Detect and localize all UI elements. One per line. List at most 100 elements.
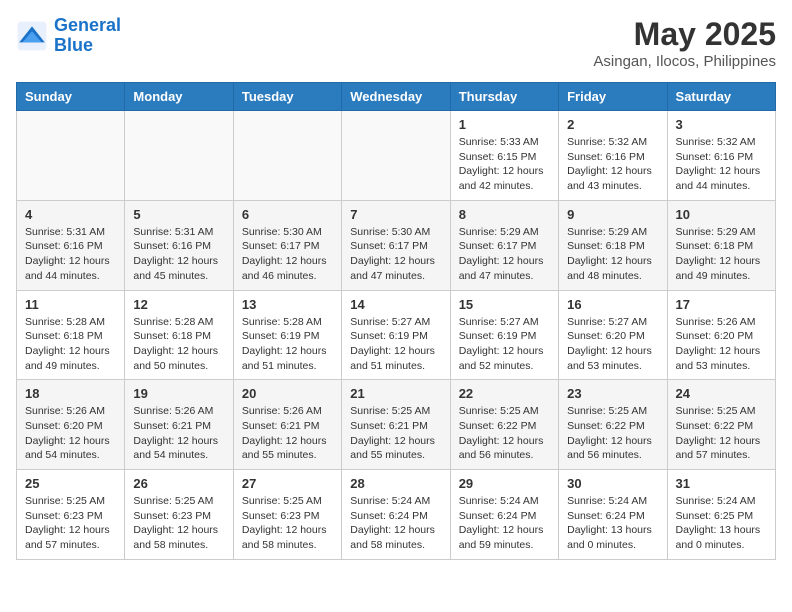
day-info: Sunrise: 5:28 AM Sunset: 6:18 PM Dayligh… — [25, 315, 116, 374]
weekday-header: Wednesday — [342, 83, 450, 111]
day-info: Sunrise: 5:32 AM Sunset: 6:16 PM Dayligh… — [567, 135, 658, 194]
day-number: 23 — [567, 386, 658, 401]
day-info: Sunrise: 5:27 AM Sunset: 6:20 PM Dayligh… — [567, 315, 658, 374]
day-number: 7 — [350, 207, 441, 222]
day-number: 22 — [459, 386, 550, 401]
weekday-header: Friday — [559, 83, 667, 111]
location: Asingan, Ilocos, Philippines — [593, 53, 776, 70]
calendar-day-cell: 25 Sunrise: 5:25 AM Sunset: 6:23 PM Dayli… — [17, 470, 125, 560]
day-number: 15 — [459, 297, 550, 312]
calendar-day-cell — [17, 111, 125, 201]
day-number: 6 — [242, 207, 333, 222]
calendar-day-cell: 18 Sunrise: 5:26 AM Sunset: 6:20 PM Dayli… — [17, 380, 125, 470]
day-number: 28 — [350, 476, 441, 491]
calendar-day-cell — [233, 111, 341, 201]
calendar-day-cell: 22 Sunrise: 5:25 AM Sunset: 6:22 PM Dayli… — [450, 380, 558, 470]
calendar-day-cell: 4Sunrise: 5:31 AM Sunset: 6:16 PM Daylig… — [17, 200, 125, 290]
logo-icon — [16, 20, 48, 52]
day-info: Sunrise: 5:25 AM Sunset: 6:23 PM Dayligh… — [133, 494, 224, 553]
day-number: 18 — [25, 386, 116, 401]
day-info: Sunrise: 5:24 AM Sunset: 6:24 PM Dayligh… — [459, 494, 550, 553]
calendar-day-cell: 12Sunrise: 5:28 AM Sunset: 6:18 PM Dayli… — [125, 290, 233, 380]
weekday-header-row: SundayMondayTuesdayWednesdayThursdayFrid… — [17, 83, 776, 111]
day-number: 8 — [459, 207, 550, 222]
day-number: 11 — [25, 297, 116, 312]
day-number: 17 — [676, 297, 767, 312]
month-title: May 2025 — [593, 16, 776, 53]
day-number: 12 — [133, 297, 224, 312]
calendar-day-cell: 31Sunrise: 5:24 AM Sunset: 6:25 PM Dayli… — [667, 470, 775, 560]
calendar-day-cell: 27Sunrise: 5:25 AM Sunset: 6:23 PM Dayli… — [233, 470, 341, 560]
calendar-day-cell: 6 Sunrise: 5:30 AM Sunset: 6:17 PM Daylig… — [233, 200, 341, 290]
day-number: 13 — [242, 297, 333, 312]
calendar-day-cell: 29 Sunrise: 5:24 AM Sunset: 6:24 PM Dayli… — [450, 470, 558, 560]
day-info: Sunrise: 5:32 AM Sunset: 6:16 PM Dayligh… — [676, 135, 767, 194]
calendar-day-cell: 5Sunrise: 5:31 AM Sunset: 6:16 PM Daylig… — [125, 200, 233, 290]
calendar-day-cell: 23 Sunrise: 5:25 AM Sunset: 6:22 PM Dayli… — [559, 380, 667, 470]
day-info: Sunrise: 5:31 AM Sunset: 6:16 PM Dayligh… — [25, 225, 116, 284]
day-info: Sunrise: 5:25 AM Sunset: 6:23 PM Dayligh… — [25, 494, 116, 553]
day-number: 20 — [242, 386, 333, 401]
day-info: Sunrise: 5:26 AM Sunset: 6:20 PM Dayligh… — [25, 404, 116, 463]
calendar-day-cell: 10 Sunrise: 5:29 AM Sunset: 6:18 PM Dayli… — [667, 200, 775, 290]
calendar-day-cell: 19Sunrise: 5:26 AM Sunset: 6:21 PM Dayli… — [125, 380, 233, 470]
day-info: Sunrise: 5:29 AM Sunset: 6:18 PM Dayligh… — [676, 225, 767, 284]
day-info: Sunrise: 5:33 AM Sunset: 6:15 PM Dayligh… — [459, 135, 550, 194]
calendar-week-row: 18 Sunrise: 5:26 AM Sunset: 6:20 PM Dayli… — [17, 380, 776, 470]
weekday-header: Thursday — [450, 83, 558, 111]
day-info: Sunrise: 5:26 AM Sunset: 6:21 PM Dayligh… — [242, 404, 333, 463]
day-number: 29 — [459, 476, 550, 491]
day-info: Sunrise: 5:25 AM Sunset: 6:22 PM Dayligh… — [567, 404, 658, 463]
day-info: Sunrise: 5:28 AM Sunset: 6:19 PM Dayligh… — [242, 315, 333, 374]
calendar-week-row: 25 Sunrise: 5:25 AM Sunset: 6:23 PM Dayli… — [17, 470, 776, 560]
day-number: 10 — [676, 207, 767, 222]
calendar-day-cell: 9 Sunrise: 5:29 AM Sunset: 6:18 PM Daylig… — [559, 200, 667, 290]
day-number: 24 — [676, 386, 767, 401]
logo: General Blue — [16, 16, 121, 56]
day-number: 27 — [242, 476, 333, 491]
day-number: 25 — [25, 476, 116, 491]
day-info: Sunrise: 5:25 AM Sunset: 6:22 PM Dayligh… — [676, 404, 767, 463]
calendar-week-row: 11 Sunrise: 5:28 AM Sunset: 6:18 PM Dayli… — [17, 290, 776, 380]
calendar-day-cell — [342, 111, 450, 201]
day-info: Sunrise: 5:29 AM Sunset: 6:18 PM Dayligh… — [567, 225, 658, 284]
day-info: Sunrise: 5:25 AM Sunset: 6:22 PM Dayligh… — [459, 404, 550, 463]
day-info: Sunrise: 5:27 AM Sunset: 6:19 PM Dayligh… — [350, 315, 441, 374]
calendar-day-cell — [125, 111, 233, 201]
weekday-header: Tuesday — [233, 83, 341, 111]
weekday-header: Monday — [125, 83, 233, 111]
day-number: 19 — [133, 386, 224, 401]
calendar-week-row: 4Sunrise: 5:31 AM Sunset: 6:16 PM Daylig… — [17, 200, 776, 290]
logo-blue: Blue — [54, 36, 121, 56]
day-info: Sunrise: 5:24 AM Sunset: 6:25 PM Dayligh… — [676, 494, 767, 553]
calendar-day-cell: 17 Sunrise: 5:26 AM Sunset: 6:20 PM Dayli… — [667, 290, 775, 380]
day-info: Sunrise: 5:24 AM Sunset: 6:24 PM Dayligh… — [350, 494, 441, 553]
calendar-day-cell: 13 Sunrise: 5:28 AM Sunset: 6:19 PM Dayli… — [233, 290, 341, 380]
page-header: General Blue May 2025 Asingan, Ilocos, P… — [16, 16, 776, 70]
calendar-day-cell: 8 Sunrise: 5:29 AM Sunset: 6:17 PM Daylig… — [450, 200, 558, 290]
day-info: Sunrise: 5:26 AM Sunset: 6:20 PM Dayligh… — [676, 315, 767, 374]
day-number: 16 — [567, 297, 658, 312]
day-number: 9 — [567, 207, 658, 222]
calendar-week-row: 1 Sunrise: 5:33 AM Sunset: 6:15 PM Daylig… — [17, 111, 776, 201]
title-block: May 2025 Asingan, Ilocos, Philippines — [593, 16, 776, 70]
day-number: 21 — [350, 386, 441, 401]
calendar-table: SundayMondayTuesdayWednesdayThursdayFrid… — [16, 82, 776, 560]
calendar-day-cell: 7 Sunrise: 5:30 AM Sunset: 6:17 PM Daylig… — [342, 200, 450, 290]
logo-text: General Blue — [54, 16, 121, 56]
day-info: Sunrise: 5:29 AM Sunset: 6:17 PM Dayligh… — [459, 225, 550, 284]
day-info: Sunrise: 5:24 AM Sunset: 6:24 PM Dayligh… — [567, 494, 658, 553]
calendar-day-cell: 15Sunrise: 5:27 AM Sunset: 6:19 PM Dayli… — [450, 290, 558, 380]
day-info: Sunrise: 5:31 AM Sunset: 6:16 PM Dayligh… — [133, 225, 224, 284]
calendar-day-cell: 26Sunrise: 5:25 AM Sunset: 6:23 PM Dayli… — [125, 470, 233, 560]
calendar-day-cell: 14Sunrise: 5:27 AM Sunset: 6:19 PM Dayli… — [342, 290, 450, 380]
calendar-day-cell: 1 Sunrise: 5:33 AM Sunset: 6:15 PM Daylig… — [450, 111, 558, 201]
day-number: 2 — [567, 117, 658, 132]
day-number: 3 — [676, 117, 767, 132]
day-number: 1 — [459, 117, 550, 132]
weekday-header: Saturday — [667, 83, 775, 111]
day-info: Sunrise: 5:30 AM Sunset: 6:17 PM Dayligh… — [242, 225, 333, 284]
calendar-day-cell: 21Sunrise: 5:25 AM Sunset: 6:21 PM Dayli… — [342, 380, 450, 470]
day-number: 30 — [567, 476, 658, 491]
day-info: Sunrise: 5:30 AM Sunset: 6:17 PM Dayligh… — [350, 225, 441, 284]
